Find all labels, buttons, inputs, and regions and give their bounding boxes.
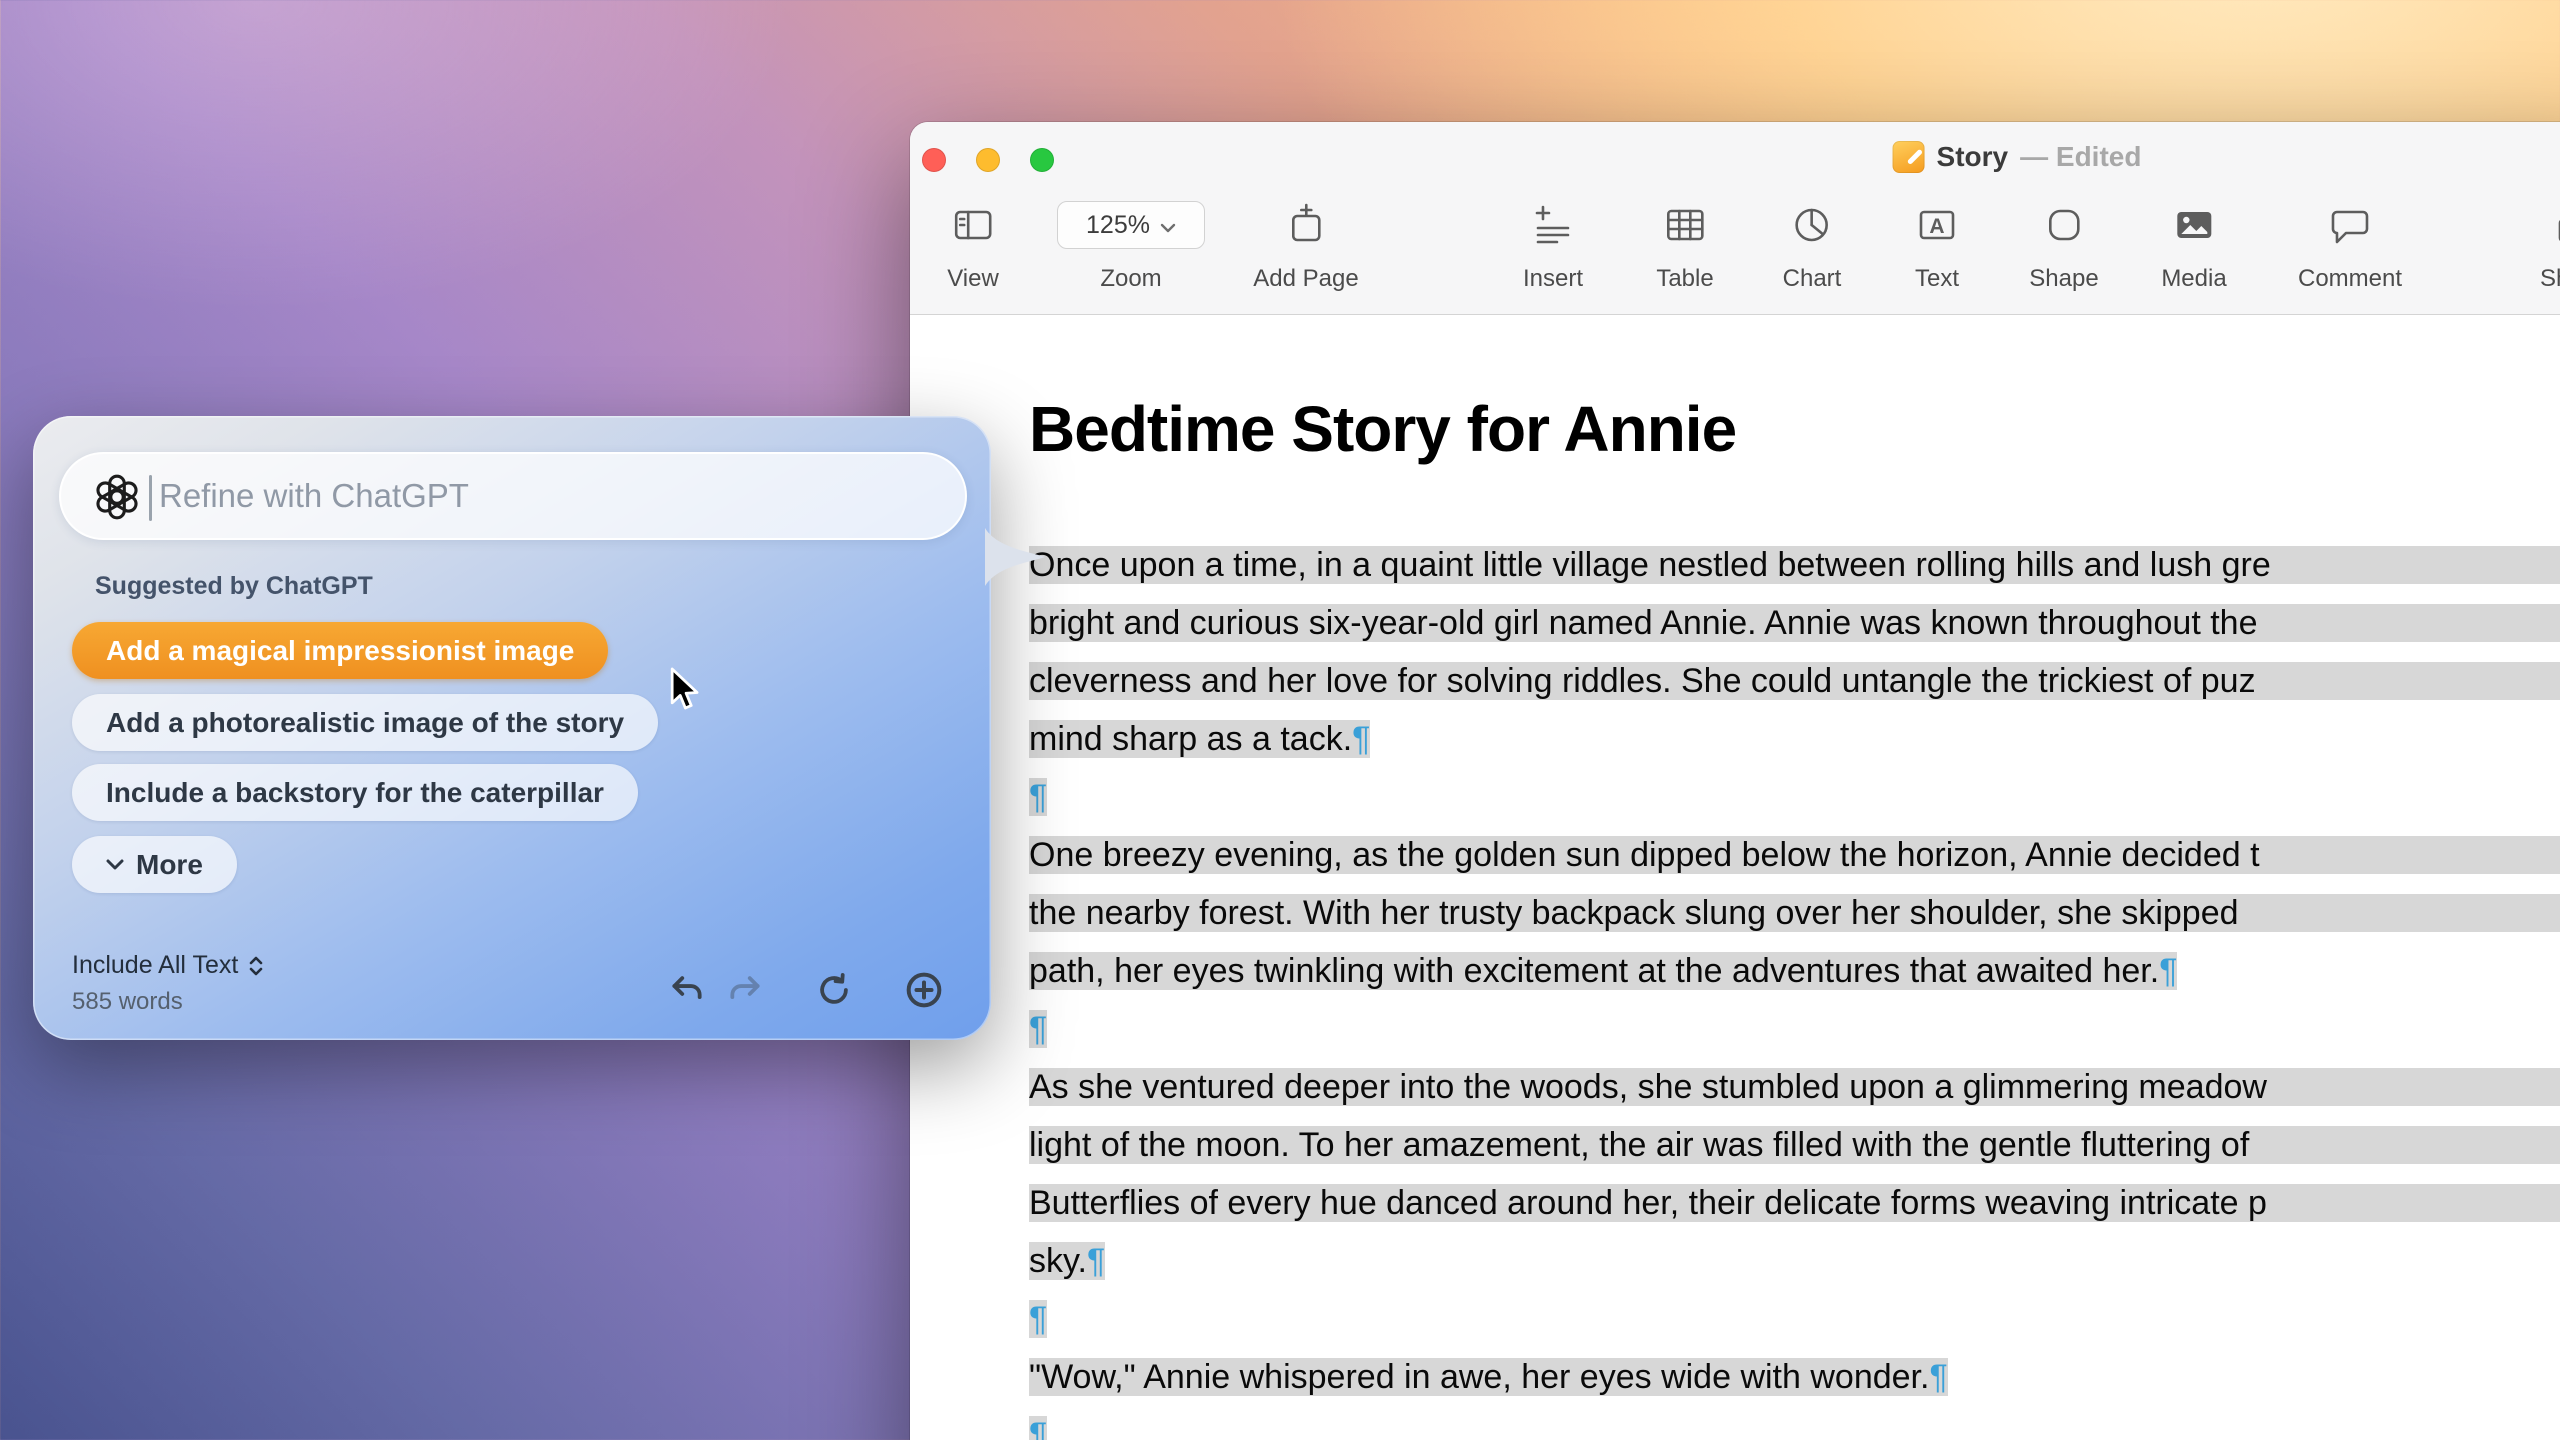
toolbar-view-button[interactable]: View — [947, 201, 999, 293]
toolbar-zoom-label: Zoom — [1100, 265, 1162, 292]
story-line[interactable]: Once upon a time, in a quaint little vil… — [1029, 536, 2560, 594]
window-chrome: Story — Edited View 125% Zoom Add Page I… — [910, 122, 2560, 315]
close-window-button[interactable] — [922, 148, 946, 172]
story-line[interactable]: cleverness and her love for solving ridd… — [1029, 652, 2560, 710]
story-line[interactable]: "Wow," Annie whispered in awe, her eyes … — [1029, 1348, 2560, 1406]
toolbar-zoom-control: 125% Zoom — [1057, 201, 1205, 293]
insert-icon — [1529, 201, 1577, 249]
pilcrow-mark: ¶ — [1029, 1416, 1048, 1440]
story-empty-line[interactable]: ¶ — [1029, 1406, 2560, 1440]
text-scope-selector[interactable]: Include All Text — [72, 951, 264, 980]
refine-input[interactable] — [159, 454, 939, 538]
pilcrow-mark: ¶ — [1029, 778, 1048, 816]
document-heading[interactable]: Bedtime Story for Annie — [1029, 389, 2560, 469]
story-empty-line[interactable]: ¶ — [1029, 1000, 2560, 1058]
pilcrow-mark: ¶ — [2159, 952, 2178, 990]
toolbar-add-page-label: Add Page — [1253, 265, 1359, 292]
media-photo-icon — [2170, 201, 2218, 249]
table-icon — [1661, 201, 1709, 249]
story-line[interactable]: bright and curious six-year-old girl nam… — [1029, 594, 2560, 652]
story-line[interactable]: light of the moon. To her amazement, the… — [1029, 1116, 2560, 1174]
story-empty-line[interactable]: ¶ — [1029, 1290, 2560, 1348]
toolbar-chart-button[interactable]: Chart — [1782, 201, 1842, 293]
redo-icon — [730, 976, 760, 1000]
pilcrow-mark: ¶ — [1352, 720, 1371, 758]
story-line[interactable]: sky.¶ — [1029, 1232, 2560, 1290]
window-title-edited: — Edited — [2020, 141, 2142, 172]
more-label: More — [136, 848, 203, 880]
desktop: { "colors": { "accent_orange": "#f49a2e"… — [0, 0, 2560, 1440]
story-empty-line[interactable]: ¶ — [1029, 768, 2560, 826]
window-title-group: Story — Edited — [1892, 141, 2142, 173]
toolbar-comment-label: Comment — [2297, 265, 2403, 292]
toolbar-shape-button[interactable]: Shape — [2029, 201, 2099, 293]
suggestion-photorealistic-image[interactable]: Add a photorealistic image of the story — [72, 694, 659, 751]
story-line[interactable]: path, her eyes twinkling with excitement… — [1029, 942, 2560, 1000]
story-line[interactable]: the nearby forest. With her trusty backp… — [1029, 884, 2560, 942]
retry-icon — [820, 973, 848, 1004]
chatgpt-logo-icon — [96, 474, 138, 520]
chart-pie-icon — [1788, 201, 1836, 249]
toolbar-text-label: Text — [1914, 265, 1959, 292]
view-sidebar-icon — [949, 201, 997, 249]
story-line[interactable]: mind sharp as a tack.¶ — [1029, 710, 2560, 768]
toolbar-text-button[interactable]: A Text — [1913, 201, 1961, 293]
pages-document-icon — [1892, 141, 1925, 173]
toolbar-comment-button[interactable]: Comment — [2298, 201, 2402, 293]
pilcrow-mark: ¶ — [1029, 1300, 1048, 1338]
toolbar-share-button[interactable]: Share — [2540, 201, 2560, 293]
toolbar-shape-label: Shape — [2029, 265, 2099, 292]
fullscreen-window-button[interactable] — [1030, 148, 1054, 172]
toolbar-chart-label: Chart — [1782, 265, 1842, 292]
chatgpt-refine-panel: Suggested by ChatGPT Add a magical impre… — [33, 416, 1045, 1040]
toolbar-view-label: View — [947, 265, 999, 292]
comment-bubble-icon — [2326, 201, 2374, 249]
pilcrow-mark: ¶ — [1929, 1358, 1948, 1396]
document-body[interactable]: Once upon a time, in a quaint little vil… — [1029, 536, 2560, 1440]
chevron-down-icon — [106, 859, 124, 870]
toolbar-add-page-button[interactable]: Add Page — [1253, 201, 1359, 293]
undo-button[interactable] — [663, 966, 711, 1014]
story-line[interactable]: As she ventured deeper into the woods, s… — [1029, 1058, 2560, 1116]
pages-window: Story — Edited View 125% Zoom Add Page I… — [910, 122, 2560, 1440]
text-caret — [149, 475, 152, 521]
retry-button[interactable] — [810, 966, 858, 1014]
zoom-dropdown[interactable]: 125% — [1057, 201, 1205, 249]
traffic-lights — [922, 148, 1054, 172]
redo-button[interactable] — [721, 966, 769, 1014]
panel-tail — [985, 528, 1045, 586]
refine-input-container — [59, 452, 967, 540]
undo-icon — [672, 976, 702, 1000]
pilcrow-mark: ¶ — [1029, 1010, 1048, 1048]
window-title: Story — [1936, 141, 2009, 172]
share-icon — [2548, 201, 2560, 249]
word-count: 585 words — [72, 988, 183, 1015]
story-line[interactable]: One breezy evening, as the golden sun di… — [1029, 826, 2560, 884]
shape-icon — [2040, 201, 2088, 249]
pilcrow-mark: ¶ — [1086, 1242, 1106, 1280]
more-suggestions-button[interactable]: More — [72, 836, 237, 893]
suggestion-caterpillar-backstory[interactable]: Include a backstory for the caterpillar — [72, 764, 638, 821]
chevron-up-down-icon — [248, 955, 264, 977]
toolbar-share-label: Share — [2539, 265, 2560, 292]
zoom-value: 125% — [1086, 210, 1150, 239]
toolbar-table-button[interactable]: Table — [1656, 201, 1714, 293]
minimize-window-button[interactable] — [976, 148, 1000, 172]
document-canvas[interactable]: Bedtime Story for Annie Once upon a time… — [910, 315, 2560, 1440]
add-page-icon — [1282, 201, 1330, 249]
suggestion-magical-impressionist-image[interactable]: Add a magical impressionist image — [72, 622, 609, 679]
compose-add-button[interactable] — [900, 966, 948, 1014]
story-line[interactable]: Butterflies of every hue danced around h… — [1029, 1174, 2560, 1232]
scope-label: Include All Text — [72, 951, 239, 979]
toolbar-media-label: Media — [2161, 265, 2227, 292]
plus-circle-icon — [906, 972, 942, 1008]
toolbar-insert-button[interactable]: Insert — [1523, 201, 1583, 293]
toolbar-media-button[interactable]: Media — [2161, 201, 2227, 293]
svg-text:A: A — [1929, 215, 1944, 238]
suggested-by-label: Suggested by ChatGPT — [95, 572, 373, 600]
chevron-down-icon — [1160, 211, 1176, 240]
toolbar-table-label: Table — [1656, 265, 1714, 292]
text-box-icon: A — [1913, 201, 1961, 249]
toolbar-insert-label: Insert — [1522, 265, 1584, 292]
